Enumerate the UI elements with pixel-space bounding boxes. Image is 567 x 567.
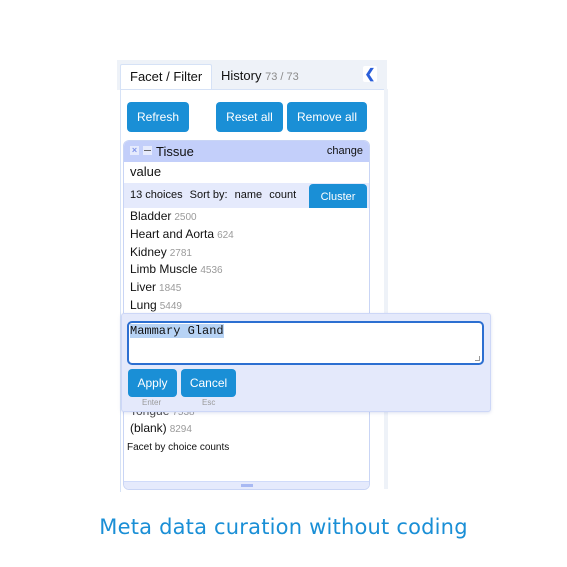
tab-facet-filter[interactable]: Facet / Filter	[120, 64, 213, 90]
facet-change-link[interactable]: change	[327, 144, 363, 159]
choices-summary: 13 choices Sort by: name count	[130, 188, 300, 202]
choice-count: 5449	[159, 300, 182, 312]
list-item-blank[interactable]: (blank) 8294	[130, 419, 192, 439]
choice-count: 2500	[174, 212, 197, 223]
facet-by-choice-counts-link[interactable]: Facet by choice counts	[127, 442, 229, 454]
refresh-button[interactable]: Refresh	[127, 102, 189, 132]
tab-history-label: History	[221, 68, 262, 83]
close-icon[interactable]: ×	[130, 146, 139, 155]
facet-header: × Tissue change	[124, 141, 369, 162]
choice-name[interactable]: Heart and Aorta	[130, 227, 214, 241]
list-item[interactable]: Heart and Aorta 624	[130, 226, 365, 244]
history-count: 73 / 73	[265, 71, 299, 83]
list-item[interactable]: Kidney 2781	[130, 244, 365, 262]
resize-grip-icon[interactable]	[475, 356, 480, 361]
remove-all-button[interactable]: Remove all	[287, 102, 367, 132]
list-item[interactable]: Liver 1845	[130, 279, 365, 297]
choice-name[interactable]: Kidney	[130, 245, 167, 259]
chevron-left-icon[interactable]: ❮	[363, 66, 377, 82]
apply-shortcut-hint: Enter	[142, 398, 162, 407]
tab-facet-filter-label: Facet / Filter	[130, 69, 203, 84]
list-item[interactable]: Bladder 2500	[130, 208, 365, 226]
choice-name[interactable]: (blank)	[130, 421, 167, 435]
choice-edit-textarea[interactable]: Mammary Gland	[127, 321, 484, 365]
edit-value[interactable]: Mammary Gland	[130, 324, 224, 338]
edit-choice-popup: Mammary Gland Apply Cancel Enter Esc	[121, 313, 491, 412]
tab-history[interactable]: History 73 / 73	[212, 64, 308, 90]
sort-by-count[interactable]: count	[269, 189, 296, 201]
choice-count: 4536	[200, 265, 223, 277]
choice-count: 624	[217, 229, 234, 241]
choices-count: 13 choices	[130, 189, 183, 201]
choice-count: 8294	[169, 424, 192, 435]
facet-title: Tissue	[156, 144, 194, 159]
choice-name[interactable]: Liver	[130, 280, 156, 294]
resize-handle[interactable]	[240, 484, 253, 487]
cancel-shortcut-hint: Esc	[202, 398, 216, 407]
panel-divider	[384, 89, 388, 489]
choice-name[interactable]: Limb Muscle	[130, 262, 197, 276]
choice-count: 1845	[159, 283, 182, 295]
sort-by-label: Sort by:	[189, 189, 228, 201]
facet-expression: value	[130, 164, 162, 179]
choice-list: Bladder 2500 Heart and Aorta 624 Kidney 278…	[130, 208, 365, 315]
facet-footer	[124, 481, 369, 489]
apply-button[interactable]: Apply	[128, 369, 177, 397]
caption: Meta data curation without coding	[99, 515, 468, 539]
choice-name[interactable]: Bladder	[130, 209, 171, 223]
cluster-button[interactable]: Cluster	[309, 184, 367, 208]
choice-name[interactable]: Lung	[130, 298, 157, 312]
choice-count: 2781	[169, 247, 192, 259]
list-item[interactable]: Limb Muscle 4536	[130, 261, 365, 279]
sort-by-name[interactable]: name	[235, 189, 263, 201]
tab-bar: Facet / Filter History 73 / 73 ❮	[117, 60, 387, 90]
minimize-icon[interactable]	[143, 146, 152, 155]
cancel-button[interactable]: Cancel	[181, 369, 236, 397]
reset-all-button[interactable]: Reset all	[216, 102, 283, 132]
